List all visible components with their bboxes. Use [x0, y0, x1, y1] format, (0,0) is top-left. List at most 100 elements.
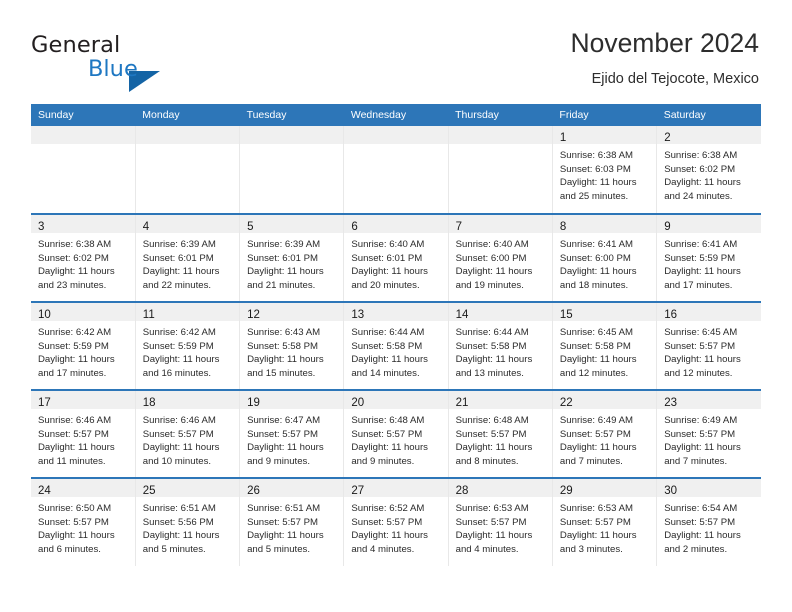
weekday-header-sunday: Sunday — [31, 104, 136, 126]
calendar-day-cell[interactable]: 14 Sunrise: 6:44 AM Sunset: 5:58 PM Dayligh… — [448, 301, 553, 390]
day-details: Sunrise: 6:45 AM Sunset: 5:57 PM Daylight:… — [657, 321, 761, 380]
day-number: 13 — [351, 309, 365, 321]
sunset-text: Sunset: 6:03 PM — [559, 163, 631, 175]
day-number: 4 — [142, 221, 150, 233]
calendar-day-cell[interactable]: 30 Sunrise: 6:54 AM Sunset: 5:57 PM Dayligh… — [656, 477, 761, 566]
sunrise-text: Sunrise: 6:45 AM — [664, 327, 738, 338]
calendar-table: Sunday Monday Tuesday Wednesday Thursday… — [31, 104, 761, 566]
calendar-day-cell[interactable]: 11 Sunrise: 6:42 AM Sunset: 5:59 PM Dayligh… — [135, 301, 241, 390]
calendar-day-cell[interactable]: 12 Sunrise: 6:43 AM Sunset: 5:58 PM Dayligh… — [239, 301, 345, 390]
weekday-header-thursday: Thursday — [448, 104, 553, 126]
day-number-band: 17 — [31, 391, 135, 409]
calendar-day-cell[interactable]: 17 Sunrise: 6:46 AM Sunset: 5:57 PM Dayligh… — [31, 389, 136, 478]
daylight-text-line2: and 25 minutes. — [559, 190, 629, 202]
daylight-text-line1: Daylight: 11 hours — [247, 530, 324, 542]
calendar-day-cell[interactable]: 4 Sunrise: 6:39 AM Sunset: 6:01 PM Daylight… — [135, 213, 241, 302]
sunset-text: Sunset: 5:57 PM — [351, 428, 423, 440]
sunset-text: Sunset: 6:01 PM — [247, 252, 318, 264]
calendar-day-cell[interactable]: 6 Sunrise: 6:40 AM Sunset: 6:01 PM Daylight… — [343, 213, 449, 302]
sunset-text: Sunset: 5:59 PM — [664, 252, 736, 264]
day-details: Sunrise: 6:42 AM Sunset: 5:59 PM Daylight:… — [31, 321, 135, 380]
day-details: Sunrise: 6:54 AM Sunset: 5:57 PM Daylight:… — [657, 497, 761, 556]
day-number: 26 — [247, 485, 260, 497]
daylight-text-line1: Daylight: 11 hours — [142, 266, 220, 278]
daylight-text-line1: Daylight: 11 hours — [455, 530, 533, 542]
day-number-band: 29 — [552, 479, 657, 497]
calendar-day-cell[interactable]: 5 Sunrise: 6:39 AM Sunset: 6:01 PM Daylight… — [239, 213, 345, 302]
calendar-day-cell[interactable]: 7 Sunrise: 6:40 AM Sunset: 6:00 PM Daylight… — [448, 213, 553, 302]
sunrise-text: Sunrise: 6:41 AM — [559, 239, 633, 250]
page-header: General Blue November 2024 Ejido del Tej… — [31, 28, 759, 96]
daylight-text-line1: Daylight: 11 hours — [664, 177, 741, 189]
calendar-head: Sunday Monday Tuesday Wednesday Thursday… — [31, 104, 761, 126]
daylight-text-line2: and 8 minutes. — [455, 455, 519, 467]
day-number: 27 — [351, 485, 365, 497]
day-number: 1 — [559, 132, 567, 144]
calendar-day-cell[interactable]: 10 Sunrise: 6:42 AM Sunset: 5:59 PM Dayligh… — [31, 301, 136, 390]
general-blue-logo[interactable]: General Blue — [31, 32, 231, 92]
daylight-text-line1: Daylight: 11 hours — [455, 354, 533, 366]
day-details: Sunrise: 6:40 AM Sunset: 6:00 PM Daylight:… — [449, 233, 552, 292]
day-number: 3 — [38, 221, 45, 233]
weekday-header-row: Sunday Monday Tuesday Wednesday Thursday… — [31, 104, 761, 126]
calendar-day-cell[interactable]: 24 Sunrise: 6:50 AM Sunset: 5:57 PM Dayligh… — [31, 477, 136, 566]
calendar-day-cell[interactable]: 13 Sunrise: 6:44 AM Sunset: 5:58 PM Dayligh… — [343, 301, 449, 390]
sunrise-text: Sunrise: 6:53 AM — [559, 503, 633, 514]
sunrise-text: Sunrise: 6:50 AM — [38, 503, 112, 514]
sunrise-text: Sunrise: 6:38 AM — [38, 239, 112, 250]
daylight-text-line1: Daylight: 11 hours — [351, 442, 428, 454]
calendar-day-cell[interactable]: 21 Sunrise: 6:48 AM Sunset: 5:57 PM Dayligh… — [448, 389, 553, 478]
day-number: 22 — [559, 397, 573, 409]
calendar-day-cell[interactable]: 3 Sunrise: 6:38 AM Sunset: 6:02 PM Daylight… — [31, 213, 136, 302]
daylight-text-line1: Daylight: 11 hours — [247, 442, 324, 454]
calendar-day-cell[interactable]: 16 Sunrise: 6:45 AM Sunset: 5:57 PM Dayligh… — [656, 301, 761, 390]
day-number: 6 — [351, 221, 358, 233]
page-title: November 2024 — [570, 28, 759, 58]
daylight-text-line2: and 12 minutes. — [664, 367, 733, 379]
day-number-band — [135, 126, 240, 144]
calendar-day-cell[interactable]: 28 Sunrise: 6:53 AM Sunset: 5:57 PM Dayligh… — [448, 477, 553, 566]
daylight-text-line2: and 5 minutes. — [142, 543, 206, 555]
logo-text-general: General — [31, 32, 121, 58]
calendar-day-cell[interactable]: 15 Sunrise: 6:45 AM Sunset: 5:58 PM Dayligh… — [552, 301, 658, 390]
daylight-text-line1: Daylight: 11 hours — [664, 530, 741, 542]
calendar-day-cell[interactable]: 23 Sunrise: 6:49 AM Sunset: 5:57 PM Dayligh… — [656, 389, 761, 478]
day-number-band: 30 — [657, 479, 761, 497]
calendar-week-row: 3 Sunrise: 6:38 AM Sunset: 6:02 PM Daylight… — [31, 213, 761, 302]
calendar-day-cell[interactable]: 22 Sunrise: 6:49 AM Sunset: 5:57 PM Dayligh… — [552, 389, 658, 478]
day-number: 21 — [455, 397, 469, 409]
sunset-text: Sunset: 5:57 PM — [247, 428, 318, 440]
day-number-band: 6 — [344, 215, 448, 233]
sunrise-text: Sunrise: 6:42 AM — [142, 327, 216, 338]
calendar-day-cell[interactable]: 29 Sunrise: 6:53 AM Sunset: 5:57 PM Dayligh… — [552, 477, 658, 566]
sunset-text: Sunset: 5:57 PM — [247, 516, 318, 528]
sunset-text: Sunset: 5:58 PM — [351, 340, 423, 352]
day-number-band: 11 — [135, 303, 240, 321]
daylight-text-line2: and 14 minutes. — [351, 367, 420, 379]
calendar-day-cell[interactable]: 26 Sunrise: 6:51 AM Sunset: 5:57 PM Dayligh… — [239, 477, 345, 566]
day-number-band — [344, 126, 448, 144]
sunrise-text: Sunrise: 6:43 AM — [247, 327, 321, 338]
sunset-text: Sunset: 5:57 PM — [351, 516, 423, 528]
daylight-text-line1: Daylight: 11 hours — [247, 266, 324, 278]
sunset-text: Sunset: 5:57 PM — [38, 516, 109, 528]
sunset-text: Sunset: 6:01 PM — [142, 252, 214, 264]
day-details: Sunrise: 6:44 AM Sunset: 5:58 PM Daylight:… — [449, 321, 552, 380]
calendar-day-cell[interactable]: 9 Sunrise: 6:41 AM Sunset: 5:59 PM Daylight… — [656, 213, 761, 302]
calendar-day-cell[interactable]: 8 Sunrise: 6:41 AM Sunset: 6:00 PM Daylight… — [552, 213, 658, 302]
calendar-day-cell[interactable]: 2 Sunrise: 6:38 AM Sunset: 6:02 PM Daylight… — [656, 126, 761, 214]
sunrise-text: Sunrise: 6:38 AM — [559, 150, 633, 161]
daylight-text-line1: Daylight: 11 hours — [38, 266, 115, 278]
calendar-day-cell[interactable]: 27 Sunrise: 6:52 AM Sunset: 5:57 PM Dayligh… — [343, 477, 449, 566]
calendar-day-cell[interactable]: 19 Sunrise: 6:47 AM Sunset: 5:57 PM Dayligh… — [239, 389, 345, 478]
logo-text-blue: Blue — [88, 56, 138, 82]
calendar-day-cell[interactable]: 1 Sunrise: 6:38 AM Sunset: 6:03 PM Daylight… — [552, 126, 658, 214]
day-details: Sunrise: 6:48 AM Sunset: 5:57 PM Daylight:… — [344, 409, 447, 468]
calendar-day-cell[interactable]: 20 Sunrise: 6:48 AM Sunset: 5:57 PM Dayligh… — [343, 389, 449, 478]
daylight-text-line1: Daylight: 11 hours — [247, 354, 324, 366]
sunset-text: Sunset: 6:01 PM — [351, 252, 423, 264]
calendar-day-cell[interactable]: 18 Sunrise: 6:46 AM Sunset: 5:57 PM Dayligh… — [135, 389, 241, 478]
calendar-day-cell[interactable]: 25 Sunrise: 6:51 AM Sunset: 5:56 PM Dayligh… — [135, 477, 241, 566]
day-number-band: 13 — [344, 303, 448, 321]
sunset-text: Sunset: 5:58 PM — [247, 340, 318, 352]
